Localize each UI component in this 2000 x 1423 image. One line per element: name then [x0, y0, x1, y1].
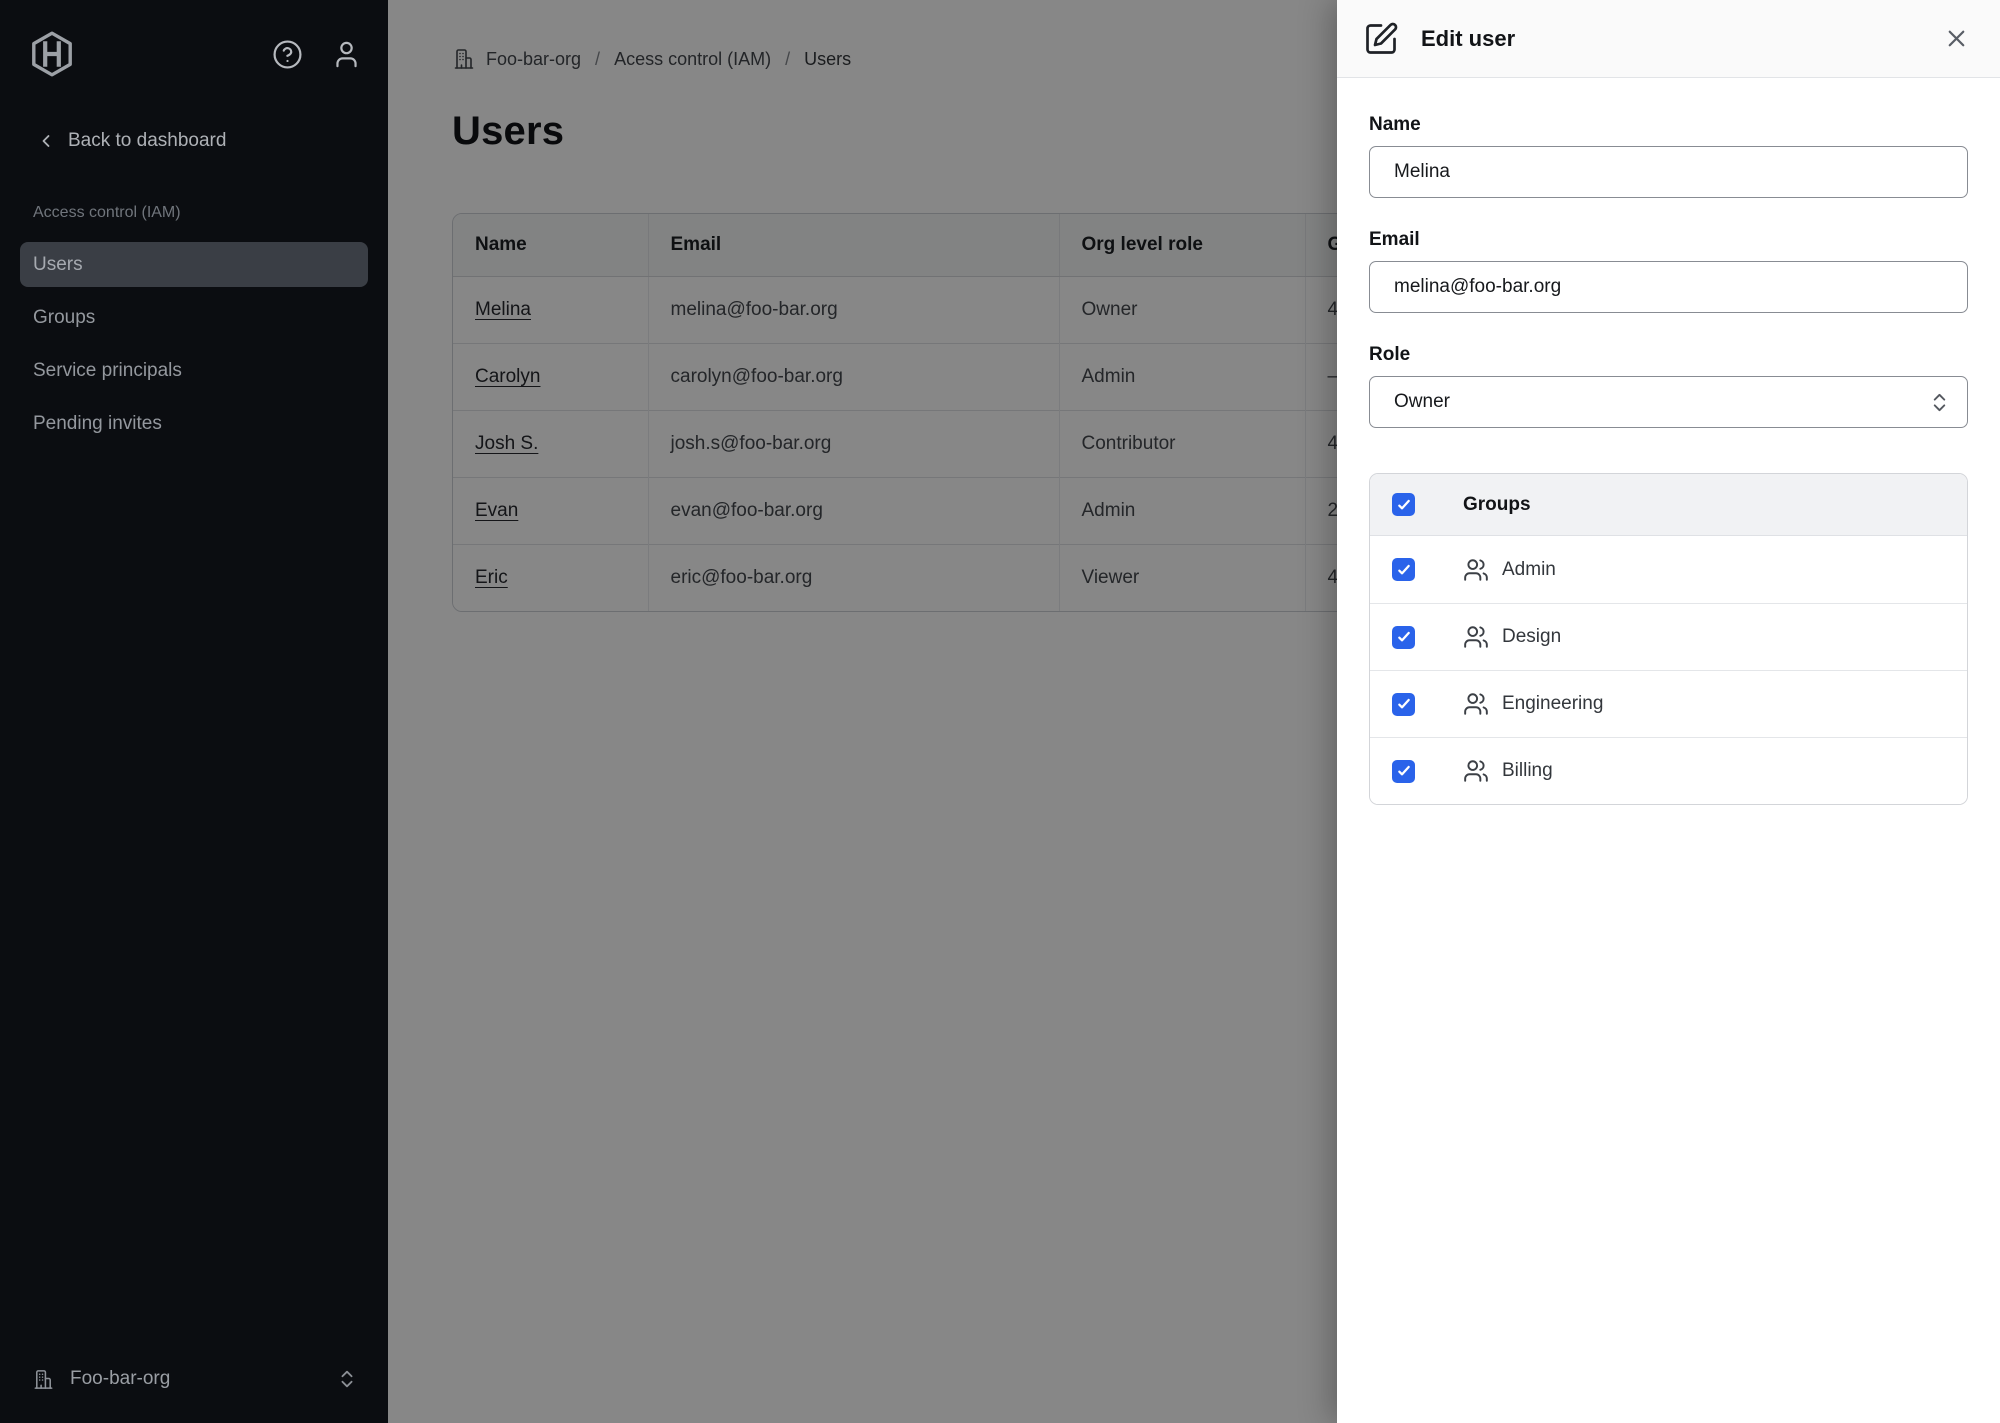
role-select[interactable]: Owner [1369, 376, 1968, 428]
groups-header-row: Groups [1370, 474, 1967, 536]
users-group-icon [1463, 624, 1489, 650]
users-group-icon [1463, 691, 1489, 717]
email-field[interactable] [1369, 261, 1968, 313]
drawer-body: Name Email Role Owner Groups [1337, 114, 2000, 805]
group-label: Admin [1502, 559, 1556, 581]
edit-icon [1363, 21, 1399, 57]
drawer-header: Edit user [1337, 0, 2000, 78]
chevron-left-icon [36, 131, 56, 151]
org-switcher[interactable]: Foo-bar-org [0, 1357, 388, 1401]
chevrons-up-down-icon [336, 1368, 358, 1390]
edit-user-drawer: Edit user Name Email Role Owner [1337, 0, 2000, 1423]
name-label: Name [1369, 114, 1968, 136]
group-row-billing: Billing [1370, 737, 1967, 804]
user-icon[interactable] [331, 39, 362, 70]
group-row-design: Design [1370, 603, 1967, 670]
hashicorp-logo [28, 30, 76, 78]
group-row-admin: Admin [1370, 536, 1967, 603]
group-checkbox[interactable] [1392, 760, 1415, 783]
name-field[interactable] [1369, 146, 1968, 198]
sidebar-section-label: Access control (IAM) [33, 204, 388, 222]
sidebar-item-pending-invites[interactable]: Pending invites [20, 401, 368, 446]
group-checkbox[interactable] [1392, 693, 1415, 716]
groups-header-label: Groups [1463, 494, 1531, 516]
group-label: Engineering [1502, 693, 1603, 715]
sidebar-item-users[interactable]: Users [20, 242, 368, 287]
app-root: Back to dashboard Access control (IAM) U… [0, 0, 2000, 1423]
back-to-dashboard-link[interactable]: Back to dashboard [0, 130, 388, 152]
role-select-value: Owner [1394, 391, 1450, 413]
back-label: Back to dashboard [68, 130, 226, 152]
group-checkbox[interactable] [1392, 558, 1415, 581]
role-label: Role [1369, 344, 1968, 366]
sidebar-item-service-principals[interactable]: Service principals [20, 348, 368, 393]
drawer-title: Edit user [1421, 26, 1943, 52]
users-group-icon [1463, 557, 1489, 583]
email-label: Email [1369, 229, 1968, 251]
groups-select-all-checkbox[interactable] [1392, 493, 1415, 516]
users-group-icon [1463, 758, 1489, 784]
org-building-icon [32, 1368, 55, 1391]
chevrons-up-down-icon [1928, 391, 1951, 414]
sidebar-nav: Users Groups Service principals Pending inv… [20, 242, 368, 446]
group-checkbox[interactable] [1392, 626, 1415, 649]
group-label: Billing [1502, 760, 1553, 782]
close-icon[interactable] [1943, 25, 1970, 52]
sidebar: Back to dashboard Access control (IAM) U… [0, 0, 388, 1423]
help-icon[interactable] [272, 39, 303, 70]
org-switcher-label: Foo-bar-org [70, 1368, 336, 1390]
group-row-engineering: Engineering [1370, 670, 1967, 737]
groups-checklist: Groups Admin Design [1369, 473, 1968, 805]
group-label: Design [1502, 626, 1561, 648]
sidebar-item-groups[interactable]: Groups [20, 295, 368, 340]
